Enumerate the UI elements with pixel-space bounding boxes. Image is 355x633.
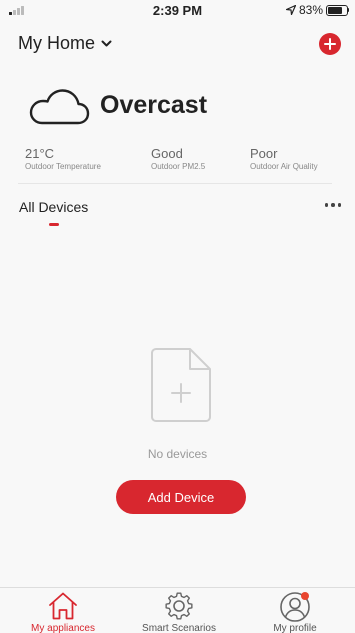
nav-smart-scenarios[interactable]: Smart Scenarios (120, 588, 238, 633)
home-icon (49, 592, 77, 620)
tab-all-devices[interactable]: All Devices (19, 199, 88, 215)
profile-icon (280, 592, 310, 622)
status-bar: 2:39 PM 83% (0, 0, 355, 22)
stat-value: Good (151, 146, 183, 161)
more-options-button[interactable] (324, 203, 341, 207)
empty-document-icon (151, 348, 211, 422)
dot-icon (331, 203, 335, 207)
notification-dot (301, 592, 309, 600)
dot-icon (324, 203, 328, 207)
tab-active-indicator (49, 223, 59, 226)
cloud-icon (29, 89, 90, 125)
empty-state-text: No devices (147, 447, 208, 461)
nav-my-profile[interactable]: My profile (236, 588, 354, 633)
battery-icon (326, 4, 348, 16)
stat-label: Outdoor PM2.5 (151, 162, 206, 171)
battery-percent: 83% (298, 3, 323, 17)
add-plus-button[interactable] (319, 33, 341, 55)
chevron-down-icon (101, 40, 112, 46)
gear-icon (165, 592, 193, 620)
nav-label: Smart Scenarios (142, 623, 216, 633)
nav-label: My profile (273, 623, 317, 633)
divider (18, 183, 332, 184)
app-screen: 2:39 PM 83% My Home Overcast 21°C Outdoo… (0, 0, 355, 633)
location-arrow-icon (285, 5, 296, 15)
nav-my-appliances[interactable]: My appliances (4, 588, 122, 633)
add-device-button[interactable]: Add Device (116, 480, 246, 514)
status-right: 83% (285, 3, 349, 17)
home-title: My Home (18, 33, 96, 53)
bottom-nav: My appliances Smart Scenarios My profile (0, 587, 355, 633)
stat-air-quality: Poor Outdoor Air Quality (250, 146, 318, 171)
home-selector[interactable]: My Home (18, 33, 112, 54)
stat-label: Outdoor Air Quality (250, 162, 318, 171)
stat-pm25: Good Outdoor PM2.5 (151, 146, 205, 171)
stat-value: Poor (250, 146, 278, 161)
nav-label: My appliances (31, 623, 95, 633)
stat-value: 21°C (25, 146, 55, 161)
weather-condition: Overcast (100, 91, 208, 119)
stat-label: Outdoor Temperature (25, 162, 101, 171)
stat-temperature: 21°C Outdoor Temperature (25, 146, 101, 171)
dot-icon (337, 203, 341, 207)
